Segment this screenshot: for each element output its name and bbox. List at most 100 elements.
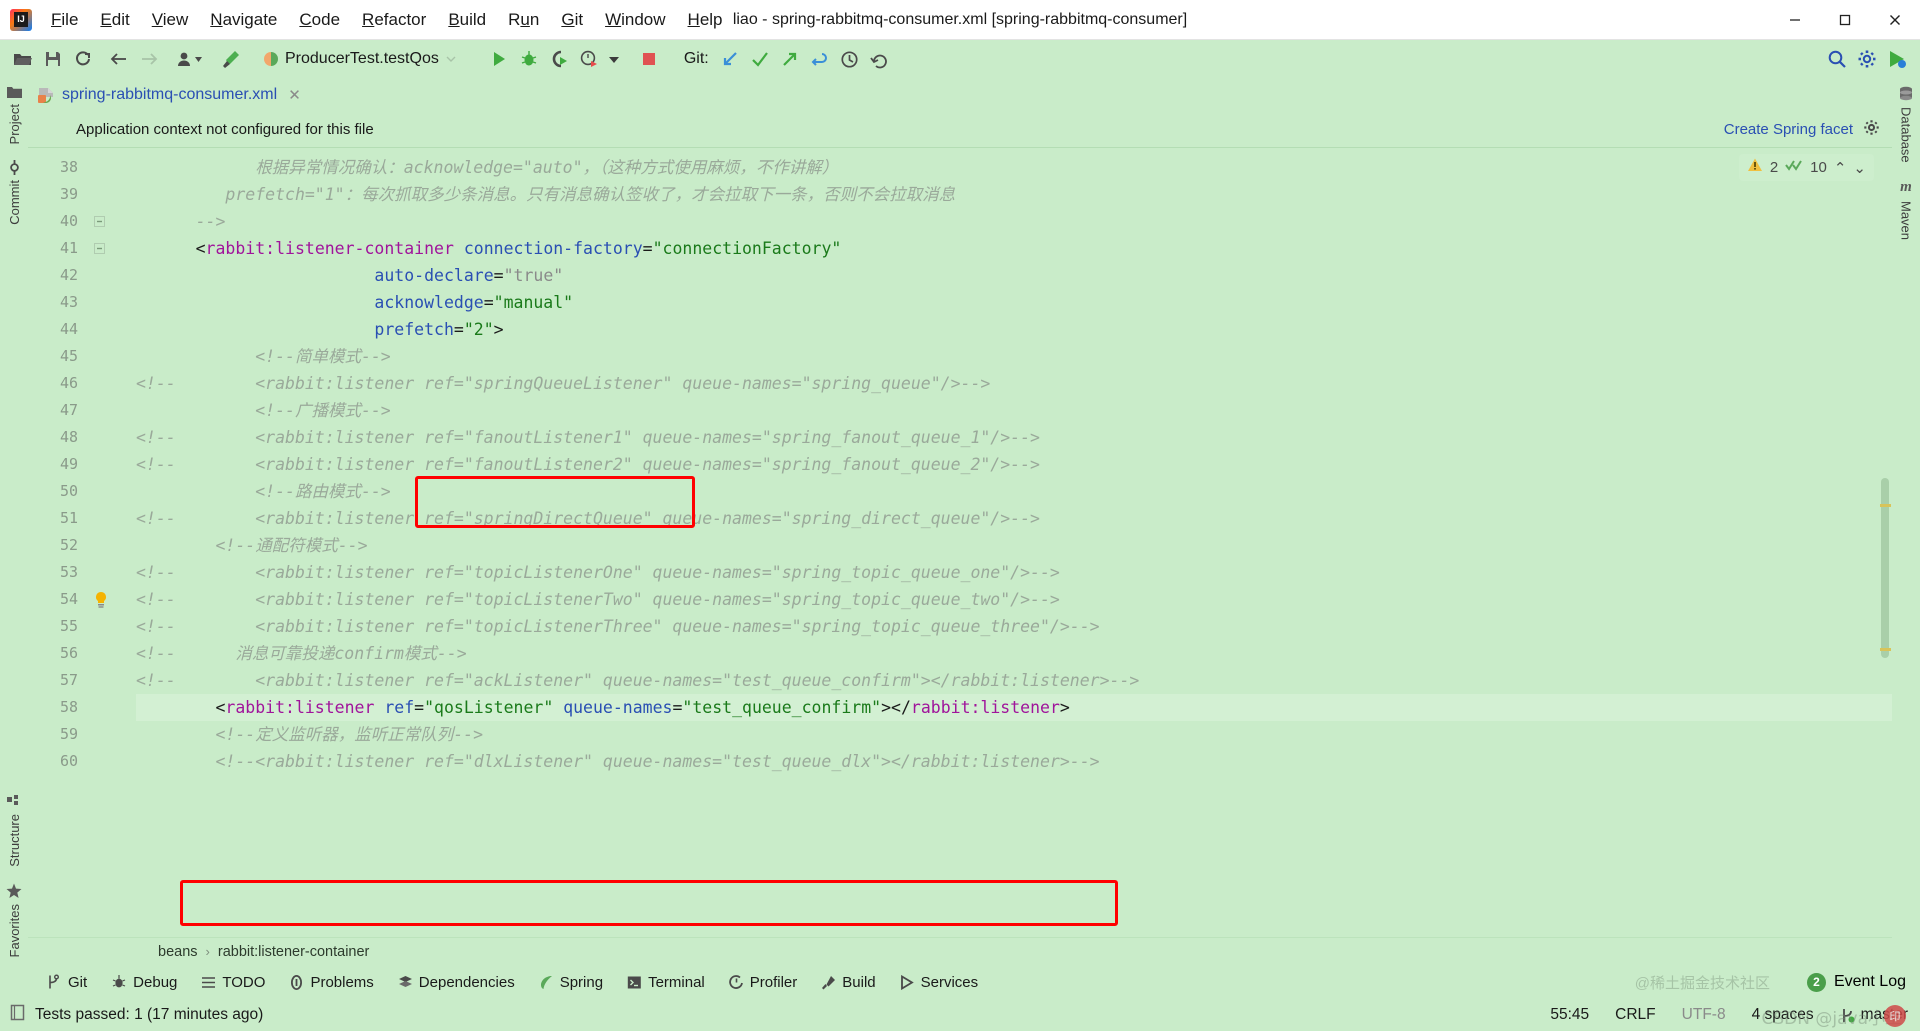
menu-run[interactable]: Run [497, 5, 550, 35]
editor-gutter[interactable]: 38 39 40 41 42 43 44 45 46 47 48 49 50 51 52 53 54 55 56 57… [28, 148, 136, 937]
code-line[interactable]: <!--定义监听器，监听正常队列--> [136, 721, 1892, 748]
stripe-button-favorites[interactable]: Favorites [4, 875, 24, 965]
code-content[interactable]: 根据异常情况确认：acknowledge="auto"，（这种方式使用麻烦，不作… [136, 148, 1892, 937]
tool-window-button-todo[interactable]: TODO [189, 971, 277, 994]
profile-run-icon[interactable] [574, 45, 604, 73]
rollback-arrow-icon[interactable] [805, 45, 835, 73]
back-arrow-icon[interactable] [104, 45, 134, 73]
open-folder-icon[interactable] [8, 45, 38, 73]
menu-view[interactable]: View [141, 5, 200, 35]
run-coverage-icon[interactable] [544, 45, 574, 73]
tool-window-button-dependencies[interactable]: Dependencies [386, 971, 527, 994]
breadcrumb-item-listener-container[interactable]: rabbit:listener-container [218, 944, 370, 960]
stripe-button-project[interactable]: Project [5, 78, 24, 152]
create-spring-facet-link[interactable]: Create Spring facet [1724, 121, 1853, 138]
facet-settings-gear-icon[interactable] [1863, 119, 1880, 141]
code-line[interactable]: --> [136, 208, 1892, 235]
menu-refactor[interactable]: Refactor [351, 5, 437, 35]
gutter-line[interactable]: 52 [28, 532, 136, 559]
gutter-line[interactable]: 51 [28, 505, 136, 532]
gutter-line[interactable]: 38 [28, 154, 136, 181]
update-project-icon[interactable] [715, 45, 745, 73]
ide-assistant-icon[interactable] [1882, 45, 1912, 73]
inspection-widget[interactable]: 2 10 ⌃ ⌄ [1738, 154, 1874, 181]
code-line[interactable]: <rabbit:listener-container connection-fa… [136, 235, 1892, 262]
tool-window-button-debug[interactable]: Debug [99, 971, 189, 994]
tool-window-button-build[interactable]: Build [809, 971, 887, 994]
code-line[interactable]: <!-- <rabbit:listener ref="fanoutListene… [136, 424, 1892, 451]
maximize-button[interactable] [1820, 0, 1870, 39]
menu-navigate[interactable]: Navigate [199, 5, 288, 35]
code-line[interactable]: <!-- <rabbit:listener ref="topicListener… [136, 586, 1892, 613]
status-message[interactable]: Tests passed: 1 (17 minutes ago) [35, 1006, 263, 1024]
gutter-line[interactable]: 57 [28, 667, 136, 694]
tool-window-button-profiler[interactable]: Profiler [717, 971, 810, 994]
indent-setting[interactable]: 4 spaces [1752, 1006, 1814, 1024]
breadcrumb-item-beans[interactable]: beans [158, 944, 198, 960]
stripe-button-structure[interactable]: Structure [5, 787, 24, 875]
run-dropdown-icon[interactable] [604, 45, 624, 73]
code-line[interactable]: <!--简单模式--> [136, 343, 1892, 370]
stripe-button-maven[interactable]: m Maven [1897, 171, 1916, 248]
code-line[interactable]: 根据异常情况确认：acknowledge="auto"，（这种方式使用麻烦，不作… [136, 154, 1892, 181]
tool-window-button-terminal[interactable]: Terminal [615, 971, 717, 994]
commit-check-icon[interactable] [745, 45, 775, 73]
gutter-line[interactable]: 59 [28, 721, 136, 748]
gutter-line[interactable]: 43 [28, 289, 136, 316]
gutter-line[interactable]: 46 [28, 370, 136, 397]
menu-build[interactable]: Build [437, 5, 497, 35]
prev-problem-icon[interactable]: ⌃ [1834, 159, 1847, 177]
editor-scrollbar[interactable] [1878, 148, 1892, 937]
code-line[interactable]: acknowledge="manual" [136, 289, 1892, 316]
menu-file[interactable]: File [40, 5, 89, 35]
code-editor[interactable]: 38 39 40 41 42 43 44 45 46 47 48 49 50 51 52 53 54 55 56 57… [28, 148, 1892, 937]
code-line[interactable]: <!--通配符模式--> [136, 532, 1892, 559]
gutter-line[interactable]: 58 [28, 694, 136, 721]
menu-code[interactable]: Code [288, 5, 351, 35]
code-line[interactable]: <!-- <rabbit:listener ref="springDirectQ… [136, 505, 1892, 532]
code-line[interactable]: <!-- <rabbit:listener ref="topicListener… [136, 559, 1892, 586]
run-icon[interactable] [484, 45, 514, 73]
tool-window-button-spring[interactable]: Spring [527, 971, 615, 994]
debug-icon[interactable] [514, 45, 544, 73]
build-hammer-icon[interactable] [216, 45, 246, 73]
history-icon[interactable] [835, 45, 865, 73]
code-line[interactable]: prefetch="1"：每次抓取多少条消息。只有消息确认签收了，才会拉取下一条… [136, 181, 1892, 208]
run-configuration-selector[interactable]: ProducerTest.testQos [256, 47, 466, 71]
code-line[interactable]: <!--路由模式--> [136, 478, 1892, 505]
save-all-icon[interactable] [38, 45, 68, 73]
settings-gear-icon[interactable] [1852, 45, 1882, 73]
tool-window-button-services[interactable]: Services [888, 971, 991, 994]
push-icon[interactable] [775, 45, 805, 73]
minimize-button[interactable] [1770, 0, 1820, 39]
gutter-line[interactable]: 41 [28, 235, 136, 262]
code-line[interactable]: <!-- <rabbit:listener ref="springQueueLi… [136, 370, 1892, 397]
code-line[interactable]: <rabbit:listener ref="qosListener" queue… [136, 694, 1892, 721]
close-button[interactable] [1870, 0, 1920, 39]
search-everywhere-icon[interactable] [1822, 45, 1852, 73]
menu-edit[interactable]: Edit [89, 5, 140, 35]
code-line[interactable]: auto-declare="true" [136, 262, 1892, 289]
editor-tab-spring-rabbitmq-consumer[interactable]: spring-rabbitmq-consumer.xml ✕ [28, 78, 310, 112]
gutter-line[interactable]: 40 [28, 208, 136, 235]
gutter-line[interactable]: 53 [28, 559, 136, 586]
gutter-line[interactable]: 44 [28, 316, 136, 343]
gutter-line[interactable]: 50 [28, 478, 136, 505]
line-separator[interactable]: CRLF [1615, 1006, 1655, 1024]
gutter-line[interactable]: 54 [28, 586, 136, 613]
gutter-line[interactable]: 55 [28, 613, 136, 640]
tool-window-button-git[interactable]: Git [34, 971, 99, 994]
gutter-line[interactable]: 45 [28, 343, 136, 370]
code-line[interactable]: prefetch="2"> [136, 316, 1892, 343]
fold-collapse-icon[interactable] [84, 216, 128, 227]
code-line[interactable]: <!--<rabbit:listener ref="dlxListener" q… [136, 748, 1892, 775]
gutter-line[interactable]: 60 [28, 748, 136, 775]
gutter-line[interactable]: 48 [28, 424, 136, 451]
editor-tab-close-icon[interactable]: ✕ [288, 86, 301, 104]
gutter-line[interactable]: 39 [28, 181, 136, 208]
code-line[interactable]: <!-- <rabbit:listener ref="ackListener" … [136, 667, 1892, 694]
forward-arrow-icon[interactable] [134, 45, 164, 73]
menu-window[interactable]: Window [594, 5, 676, 35]
sync-icon[interactable] [68, 45, 98, 73]
next-problem-icon[interactable]: ⌄ [1853, 159, 1866, 177]
